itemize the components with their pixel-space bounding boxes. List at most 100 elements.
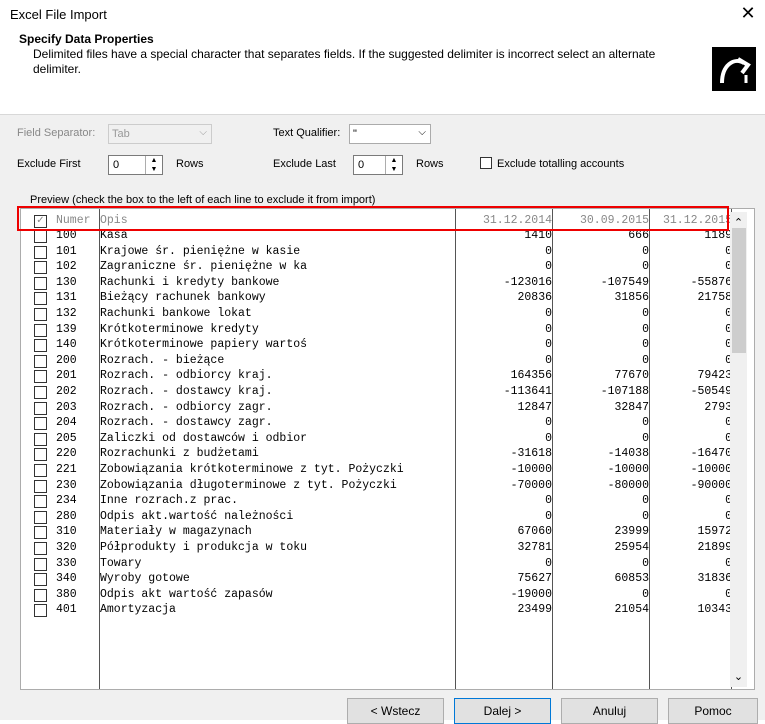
table-row[interactable]: 340 Wyroby gotowe 75627 60853 31836 bbox=[21, 571, 733, 587]
row-exclude-checkbox[interactable] bbox=[34, 308, 47, 321]
cell-c3: 0 bbox=[725, 307, 732, 320]
cell-opis: Zagraniczne śr. pieniężne w ka bbox=[100, 260, 308, 274]
row-exclude-checkbox[interactable] bbox=[34, 526, 47, 540]
exclude-last-stepper[interactable]: 0 ▲ ▼ bbox=[353, 155, 403, 175]
exclude-last-rows-label: Rows bbox=[416, 158, 444, 170]
row-exclude-checkbox[interactable] bbox=[34, 432, 47, 446]
row-exclude-checkbox[interactable] bbox=[34, 292, 47, 306]
row-exclude-checkbox[interactable] bbox=[34, 276, 47, 290]
row-exclude-checkbox[interactable] bbox=[34, 401, 47, 415]
row-exclude-checkbox[interactable] bbox=[34, 417, 47, 431]
table-row[interactable]: 205 Zaliczki od dostawców i odbior 0 0 0 bbox=[21, 431, 733, 446]
close-icon[interactable]: ✕ bbox=[737, 3, 759, 24]
cell-c3: 0 bbox=[725, 353, 732, 367]
cell-c2: 0 bbox=[642, 431, 649, 445]
table-row[interactable]: 280 Odpis akt.wartość należności 0 0 0 bbox=[21, 509, 733, 524]
cell-c2: 60853 bbox=[614, 572, 649, 586]
row-exclude-checkbox[interactable] bbox=[34, 479, 47, 493]
row-exclude-checkbox[interactable] bbox=[34, 386, 47, 399]
row-exclude-checkbox[interactable] bbox=[34, 604, 47, 618]
cell-c3: 15972 bbox=[697, 525, 732, 539]
row-exclude-checkbox[interactable] bbox=[34, 588, 47, 602]
step-title: Specify Data Properties bbox=[19, 32, 154, 46]
cell-numer: 204 bbox=[56, 416, 77, 430]
row-exclude-checkbox[interactable] bbox=[34, 573, 47, 587]
cell-opis: Amortyzacja bbox=[100, 603, 176, 617]
table-row[interactable]: 102 Zagraniczne śr. pieniężne w ka 0 0 0 bbox=[21, 259, 733, 275]
cell-numer: 101 bbox=[56, 244, 77, 258]
table-row[interactable]: 234 Inne rozrach.z prac. 0 0 0 bbox=[21, 493, 733, 509]
cell-c3: 0 bbox=[725, 416, 732, 430]
help-button[interactable]: Pomoc bbox=[668, 698, 758, 724]
table-row[interactable]: 220 Rozrachunki z budżetami -31618 -14038 -1… bbox=[21, 446, 733, 462]
cell-opis: Rozrach. - dostawcy kraj. bbox=[100, 385, 273, 398]
table-row[interactable]: 202 Rozrach. - dostawcy kraj. -113641 -1071… bbox=[21, 384, 733, 399]
row-exclude-checkbox[interactable] bbox=[34, 323, 47, 337]
cell-c2: 32847 bbox=[614, 400, 649, 414]
table-row[interactable]: 204 Rozrach. - dostawcy zagr. 0 0 0 bbox=[21, 415, 733, 431]
field-separator-select[interactable]: Tab ⌵ bbox=[108, 124, 212, 144]
scroll-down-icon[interactable]: ⌄ bbox=[730, 670, 747, 683]
table-row[interactable]: 320 Półprodukty i produkcja w toku 32781 25… bbox=[21, 540, 733, 555]
cell-numer: 140 bbox=[56, 338, 77, 352]
table-row[interactable]: 131 Bieżący rachunek bankowy 20836 31856 217… bbox=[21, 290, 733, 306]
cell-c1: -10000 bbox=[510, 463, 552, 476]
table-row[interactable]: 310 Materiały w magazynach 67060 23999 15972 bbox=[21, 524, 733, 540]
table-row[interactable]: 101 Krajowe śr. pieniężne w kasie 0 0 0 bbox=[21, 244, 733, 259]
cell-c1: 164356 bbox=[510, 369, 552, 383]
step-description: Delimited files have a special character… bbox=[33, 47, 656, 76]
table-row[interactable]: 200 Rozrach. - bieżące 0 0 0 bbox=[21, 353, 733, 368]
cell-c1: 20836 bbox=[517, 291, 552, 305]
row-exclude-checkbox[interactable] bbox=[34, 354, 47, 368]
row-exclude-checkbox[interactable] bbox=[34, 464, 47, 477]
row-exclude-checkbox[interactable] bbox=[34, 495, 47, 509]
cell-numer: 102 bbox=[56, 260, 77, 274]
spin-arrows-icon[interactable]: ▲ ▼ bbox=[145, 156, 162, 174]
row-exclude-checkbox[interactable] bbox=[34, 448, 47, 462]
cell-c1: -31618 bbox=[510, 447, 552, 461]
cell-c1: 0 bbox=[545, 307, 552, 320]
cell-opis: Odpis akt.wartość należności bbox=[100, 509, 294, 523]
table-row[interactable]: 139 Krótkoterminowe kredyty 0 0 0 bbox=[21, 322, 733, 337]
cell-numer: 130 bbox=[56, 275, 77, 289]
row-exclude-checkbox[interactable] bbox=[34, 339, 47, 353]
row-exclude-checkbox[interactable] bbox=[34, 261, 47, 275]
row-exclude-checkbox[interactable] bbox=[34, 557, 47, 571]
spin-arrows-icon[interactable]: ▲ ▼ bbox=[385, 156, 402, 174]
exclude-totalling-checkbox[interactable] bbox=[480, 157, 492, 169]
cell-c3: 21899 bbox=[697, 541, 732, 554]
table-row[interactable]: 203 Rozrach. - odbiorcy zagr. 12847 32847 27… bbox=[21, 400, 733, 415]
cancel-button[interactable]: Anuluj bbox=[561, 698, 658, 724]
cell-c1: -113641 bbox=[503, 385, 552, 398]
table-row[interactable]: 201 Rozrach. - odbiorcy kraj. 164356 77670 7… bbox=[21, 368, 733, 384]
cell-c2: 0 bbox=[642, 494, 649, 508]
table-row[interactable]: 140 Krótkoterminowe papiery wartoś 0 0 0 bbox=[21, 337, 733, 353]
cell-numer: 201 bbox=[56, 369, 77, 383]
field-separator-label: Field Separator: bbox=[17, 127, 96, 139]
row-exclude-checkbox[interactable] bbox=[34, 510, 47, 524]
table-row[interactable]: 130 Rachunki i kredyty bankowe -123016 -107… bbox=[21, 275, 733, 290]
cell-opis: Rozrachunki z budżetami bbox=[100, 447, 259, 461]
cell-opis: Rozrach. - odbiorcy kraj. bbox=[100, 369, 273, 383]
row-exclude-checkbox[interactable] bbox=[34, 370, 47, 384]
row-exclude-checkbox[interactable] bbox=[34, 230, 47, 243]
table-row[interactable]: 330 Towary 0 0 0 bbox=[21, 556, 733, 571]
exclude-first-stepper[interactable]: 0 ▲ ▼ bbox=[108, 155, 163, 175]
scrollbar-thumb[interactable] bbox=[732, 228, 746, 353]
cell-c2: 21054 bbox=[614, 603, 649, 617]
next-button[interactable]: Dalej > bbox=[454, 698, 551, 724]
table-row[interactable]: 380 Odpis akt wartość zapasów -19000 0 0 bbox=[21, 587, 733, 602]
cell-c3: 0 bbox=[725, 494, 732, 508]
text-qualifier-select[interactable]: " ⌵ bbox=[349, 124, 431, 144]
row-exclude-checkbox[interactable] bbox=[34, 542, 47, 555]
table-row[interactable]: 132 Rachunki bankowe lokat 0 0 0 bbox=[21, 306, 733, 321]
table-row[interactable]: 230 Zobowiązania długoterminowe z tyt. Po… bbox=[21, 478, 733, 493]
back-button[interactable]: < Wstecz bbox=[347, 698, 444, 724]
table-row[interactable]: 221 Zobowiązania krótkoterminowe z tyt. P… bbox=[21, 462, 733, 477]
cell-c2: 31856 bbox=[614, 291, 649, 305]
table-row[interactable]: 401 Amortyzacja 23499 21054 10343 bbox=[21, 602, 733, 618]
row-exclude-checkbox[interactable] bbox=[34, 245, 47, 259]
cell-c2: -10000 bbox=[607, 463, 649, 476]
preview-grid[interactable]: ✓ Numer Opis 31.12.2014 30.09.2015 31.12… bbox=[20, 208, 755, 690]
cell-c2: 0 bbox=[642, 338, 649, 352]
